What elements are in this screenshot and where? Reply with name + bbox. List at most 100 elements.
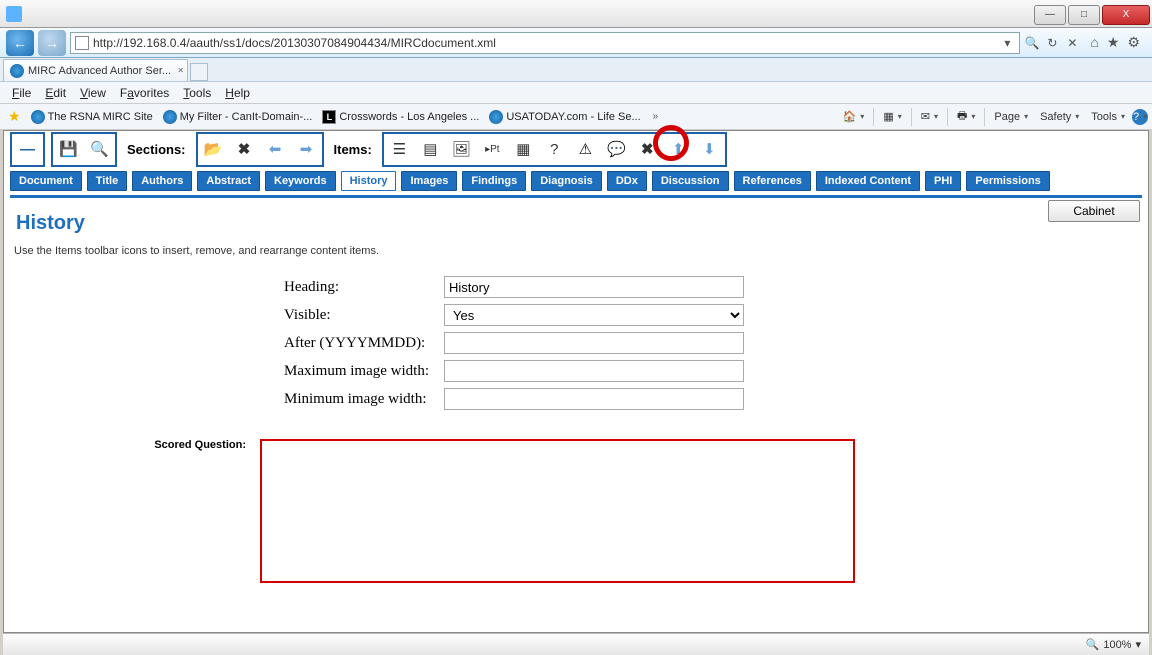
tab-authors[interactable]: Authors — [132, 171, 192, 191]
fav-link-1[interactable]: My Filter - CanIt-Domain-... — [159, 109, 317, 125]
tab-permissions[interactable]: Permissions — [966, 171, 1049, 191]
tab-discussion[interactable]: Discussion — [652, 171, 729, 191]
more-chevron[interactable]: » — [653, 111, 659, 122]
fav-link-3[interactable]: USATODAY.com - Life Se... — [485, 109, 644, 125]
fav-link-2[interactable]: LCrosswords - Los Angeles ... — [318, 109, 483, 125]
after-label: After (YYYYMMDD): — [284, 335, 444, 352]
home-icon[interactable]: ⌂ — [1090, 34, 1098, 51]
item-down-button[interactable] — [696, 136, 723, 163]
close-button[interactable]: X — [1102, 5, 1150, 25]
command-bar: ⌂ ★ ⚙ — [1084, 34, 1146, 51]
page-menu[interactable]: Page — [989, 110, 1033, 124]
tab-images[interactable]: Images — [401, 171, 457, 191]
tools-icon[interactable]: ⚙ — [1127, 34, 1140, 51]
forward-button[interactable]: → — [38, 30, 66, 56]
tab-findings[interactable]: Findings — [462, 171, 526, 191]
menu-view[interactable]: View — [74, 84, 112, 102]
print-menu[interactable]: 🖶 — [952, 106, 980, 127]
section-right-button[interactable] — [293, 136, 320, 163]
insert-patient-button[interactable]: ▸Pt — [479, 136, 506, 163]
insert-quiz-button[interactable]: ▦ — [510, 136, 537, 163]
tab-phi[interactable]: PHI — [925, 171, 961, 191]
fav-label: The RSNA MIRC Site — [48, 111, 153, 123]
zoom-icon[interactable]: 🔍 — [1086, 638, 1100, 651]
tab-history[interactable]: History — [341, 171, 397, 191]
insert-question-button[interactable]: ? — [541, 136, 568, 163]
fav-label: My Filter - CanIt-Domain-... — [180, 111, 313, 123]
insert-text-button[interactable]: ☰ — [386, 136, 413, 163]
help-menu[interactable]: ? — [1132, 109, 1148, 125]
favorites-bar: ★ The RSNA MIRC Site My Filter - CanIt-D… — [0, 104, 1152, 130]
new-tab-button[interactable] — [190, 63, 208, 81]
favorites-icon[interactable]: ★ — [1107, 34, 1120, 51]
app-content: — 💾 🔍 Sections: 📂 ✖ Items: ☰ ▤ 🖼 ▸Pt ▦ ?… — [3, 130, 1149, 633]
back-button[interactable]: ← — [6, 30, 34, 56]
maxwidth-input[interactable] — [444, 360, 744, 382]
feeds-menu[interactable]: ▦ — [878, 109, 906, 124]
doc-group: — — [10, 132, 45, 167]
browser-tabstrip: MIRC Advanced Author Ser... ✕ — [0, 58, 1152, 82]
insert-para-button[interactable]: ▤ — [417, 136, 444, 163]
visible-select[interactable]: Yes — [444, 304, 744, 326]
menu-tools[interactable]: Tools — [177, 84, 217, 102]
tab-diagnosis[interactable]: Diagnosis — [531, 171, 602, 191]
menu-file[interactable]: File — [6, 84, 37, 102]
tools-menu[interactable]: Tools — [1086, 110, 1130, 124]
tab-abstract[interactable]: Abstract — [197, 171, 260, 191]
search-icon[interactable]: 🔍 — [1024, 35, 1040, 51]
section-form: Heading: Visible: Yes After (YYYYMMDD): … — [284, 273, 1138, 413]
tab-ddx[interactable]: DDx — [607, 171, 647, 191]
zoom-dropdown-icon[interactable]: ▾ — [1135, 638, 1141, 651]
insert-scored-question-button[interactable]: ⚠ — [572, 136, 599, 163]
menu-help[interactable]: Help — [219, 84, 256, 102]
browser-tab[interactable]: MIRC Advanced Author Ser... ✕ — [3, 59, 188, 81]
preview-button[interactable]: 🔍 — [86, 136, 113, 163]
tab-close-icon[interactable]: ✕ — [177, 66, 184, 75]
menu-edit[interactable]: Edit — [39, 84, 72, 102]
status-bar: 🔍 100% ▾ — [3, 633, 1149, 655]
scored-question-row: Scored Question: — [14, 439, 1138, 583]
url-text: http://192.168.0.4/aauth/ss1/docs/201303… — [93, 36, 496, 50]
tab-title[interactable]: Title — [87, 171, 127, 191]
mail-menu[interactable]: ✉ — [916, 109, 943, 124]
url-field[interactable]: http://192.168.0.4/aauth/ss1/docs/201303… — [70, 32, 1020, 54]
tab-references[interactable]: References — [734, 171, 811, 191]
safety-menu[interactable]: Safety — [1035, 110, 1084, 124]
window-buttons: — □ X — [1034, 3, 1152, 25]
app-icon — [6, 6, 22, 22]
fav-link-0[interactable]: The RSNA MIRC Site — [27, 109, 157, 125]
zoom-value: 100% — [1103, 639, 1131, 651]
item-up-button[interactable] — [665, 136, 692, 163]
scored-question-label: Scored Question: — [14, 439, 260, 583]
maxwidth-label: Maximum image width: — [284, 363, 444, 380]
dropdown-icon[interactable]: ▾ — [999, 35, 1015, 51]
delete-item-button[interactable]: ✖ — [634, 136, 661, 163]
refresh-icon[interactable]: ↻ — [1044, 35, 1060, 51]
menu-bar: File Edit View Favorites Tools Help — [0, 82, 1152, 104]
cabinet-button[interactable]: Cabinet — [1048, 200, 1140, 222]
ie-icon — [10, 64, 24, 78]
delete-section-button[interactable]: ✖ — [231, 136, 258, 163]
heading-input[interactable] — [444, 276, 744, 298]
menu-favorites[interactable]: Favorites — [114, 84, 175, 102]
after-input[interactable] — [444, 332, 744, 354]
minimize-button[interactable]: — — [1034, 5, 1066, 25]
section-left-button[interactable] — [262, 136, 289, 163]
save-button[interactable]: 💾 — [55, 136, 82, 163]
stop-icon[interactable]: ✕ — [1064, 35, 1080, 51]
ie-icon — [163, 110, 177, 124]
open-section-button[interactable]: 📂 — [200, 136, 227, 163]
insert-image-button[interactable]: 🖼 — [448, 136, 475, 163]
minus-button[interactable]: — — [14, 136, 41, 163]
home-menu[interactable]: 🏠 — [838, 109, 870, 124]
tab-indexed-content[interactable]: Indexed Content — [816, 171, 920, 191]
tab-document[interactable]: Document — [10, 171, 82, 191]
tab-keywords[interactable]: Keywords — [265, 171, 336, 191]
safety-menu-label: Safety — [1040, 111, 1071, 123]
maximize-button[interactable]: □ — [1068, 5, 1100, 25]
scored-question-textarea[interactable] — [260, 439, 855, 583]
minwidth-input[interactable] — [444, 388, 744, 410]
add-favorite-icon[interactable]: ★ — [8, 108, 21, 125]
insert-comment-button[interactable]: 💬 — [603, 136, 630, 163]
items-group: ☰ ▤ 🖼 ▸Pt ▦ ? ⚠ 💬 ✖ — [382, 132, 727, 167]
